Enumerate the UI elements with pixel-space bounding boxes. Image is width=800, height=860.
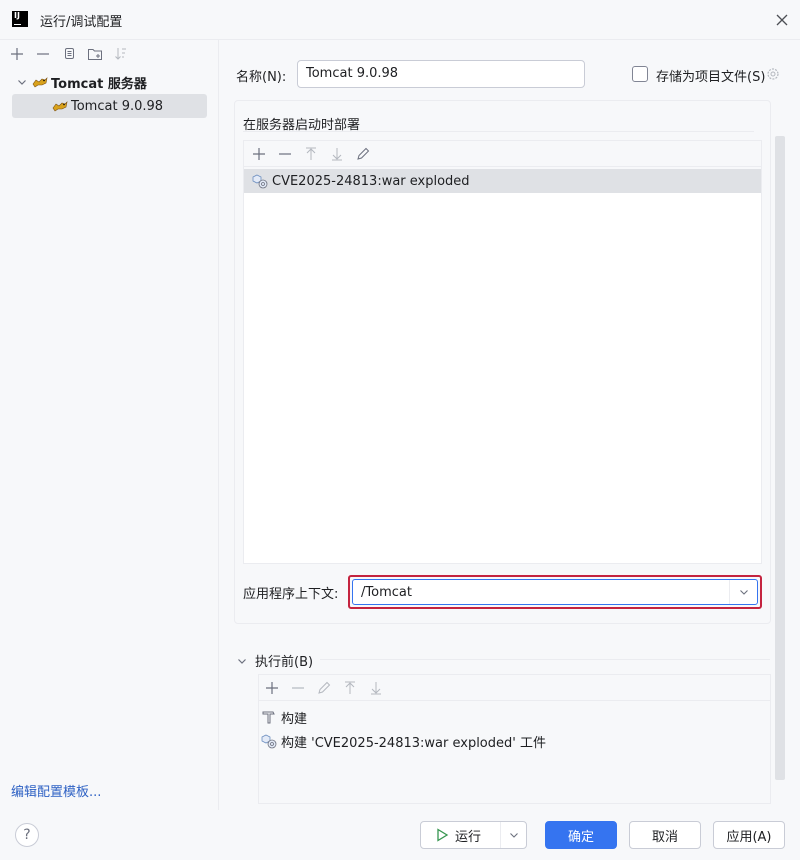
before-launch-toolbar (259, 675, 770, 701)
before-launch-list: 构建 构建 'CVE2025-24813:war exploded' 工件 (258, 674, 771, 804)
gear-icon[interactable] (765, 66, 781, 82)
divider (320, 659, 770, 660)
run-split-button[interactable]: 运行 (420, 821, 527, 849)
chevron-down-icon[interactable] (16, 76, 28, 88)
close-icon[interactable] (772, 10, 792, 30)
vertical-scrollbar[interactable] (775, 136, 785, 780)
tomcat-icon (52, 101, 68, 112)
edit-icon[interactable] (350, 142, 376, 166)
add-icon[interactable] (259, 676, 285, 700)
title-bar: IJ 运行/调试配置 (0, 0, 800, 40)
ok-button[interactable]: 确定 (545, 821, 617, 849)
application-context-highlight: /Tomcat (348, 575, 762, 609)
sort-icon[interactable] (108, 42, 134, 66)
run-button[interactable]: 运行 (421, 822, 501, 848)
configuration-tree: Tomcat 服务器 Tomcat 9.0.98 (0, 70, 219, 118)
remove-icon[interactable] (272, 142, 298, 166)
before-launch-label: 执行前(B) (255, 655, 314, 670)
chevron-down-icon[interactable] (501, 829, 526, 841)
before-item-label: 构建 (281, 711, 308, 727)
chevron-down-icon[interactable] (729, 580, 757, 604)
build-hammer-icon (262, 711, 275, 724)
add-icon[interactable] (4, 42, 30, 66)
store-as-project-file-label[interactable]: 存储为项目文件(S) (656, 66, 765, 85)
chevron-down-icon[interactable] (236, 655, 248, 667)
artifact-label: CVE2025-24813:war exploded (272, 173, 470, 189)
help-button[interactable]: ? (15, 823, 39, 847)
tree-group-tomcat-server[interactable]: Tomcat 服务器 (0, 70, 219, 94)
artifact-icon (261, 734, 277, 749)
new-folder-icon[interactable] (82, 42, 108, 66)
list-item[interactable]: CVE2025-24813:war exploded (244, 169, 761, 193)
list-item[interactable]: 构建 'CVE2025-24813:war exploded' 工件 (259, 729, 770, 753)
artifact-icon (252, 174, 268, 189)
copy-icon[interactable] (56, 42, 82, 66)
run-button-label: 运行 (455, 829, 482, 845)
tomcat-icon (32, 77, 48, 88)
sidebar-toolbar (4, 42, 134, 66)
remove-icon[interactable] (285, 676, 311, 700)
tree-item-label: Tomcat 9.0.98 (71, 98, 164, 114)
artifact-list-toolbar (244, 141, 761, 167)
cancel-button[interactable]: 取消 (629, 821, 701, 849)
application-context-label: 应用程序上下文: (243, 587, 339, 602)
before-launch-header[interactable]: 执行前(B) (236, 651, 313, 670)
before-item-label: 构建 'CVE2025-24813:war exploded' 工件 (281, 735, 546, 751)
application-context-combobox[interactable]: /Tomcat (352, 579, 758, 605)
application-context-value[interactable]: /Tomcat (353, 585, 729, 600)
name-label: 名称(N): (236, 70, 287, 85)
configurations-sidebar: Tomcat 服务器 Tomcat 9.0.98 编辑配置模板... (0, 40, 219, 810)
edit-templates-link[interactable]: 编辑配置模板... (11, 781, 101, 800)
tree-group-label: Tomcat 服务器 (51, 76, 147, 92)
artifact-list-body: CVE2025-24813:war exploded (244, 169, 761, 563)
store-as-project-file-checkbox[interactable] (632, 66, 648, 82)
artifact-list: CVE2025-24813:war exploded (243, 140, 762, 564)
window-title: 运行/调试配置 (40, 15, 123, 30)
move-down-icon[interactable] (363, 676, 389, 700)
edit-icon[interactable] (311, 676, 337, 700)
name-field[interactable]: Tomcat 9.0.98 (297, 60, 585, 88)
divider (243, 131, 754, 132)
move-up-icon[interactable] (298, 142, 324, 166)
add-icon[interactable] (246, 142, 272, 166)
app-logo-icon: IJ (12, 11, 28, 27)
remove-icon[interactable] (30, 42, 56, 66)
move-down-icon[interactable] (324, 142, 350, 166)
app-logo-text: IJ (14, 11, 20, 20)
tree-item-tomcat-config[interactable]: Tomcat 9.0.98 (12, 94, 207, 118)
before-launch-items: 构建 构建 'CVE2025-24813:war exploded' 工件 (259, 705, 770, 753)
move-up-icon[interactable] (337, 676, 363, 700)
list-item[interactable]: 构建 (259, 705, 770, 729)
apply-button[interactable]: 应用(A) (713, 821, 785, 849)
play-icon (437, 828, 449, 842)
